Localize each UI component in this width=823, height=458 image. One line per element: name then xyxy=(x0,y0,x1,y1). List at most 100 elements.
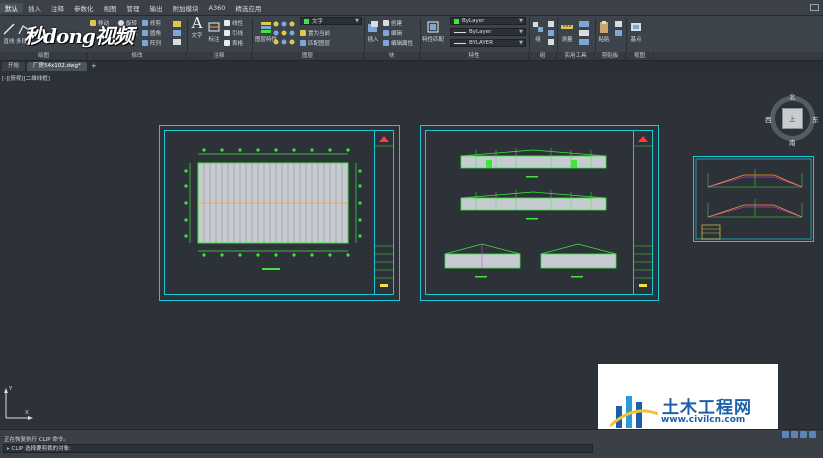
group-label-groups[interactable]: 组 xyxy=(529,52,557,61)
menu-view[interactable]: 视图 xyxy=(99,3,122,13)
trim-tool[interactable]: 修剪 xyxy=(142,19,161,27)
ribbon-separator xyxy=(595,18,596,51)
view-cube[interactable]: 上 北 南 东 西 xyxy=(765,91,820,147)
match-properties-icon xyxy=(427,21,439,33)
base-view-button[interactable]: 基点 xyxy=(629,20,643,43)
drawing-sheet-plan[interactable] xyxy=(159,125,400,301)
edit-block-icon xyxy=(383,29,389,36)
edit-block-tool[interactable]: 编辑 xyxy=(383,29,402,37)
ribbon-separator xyxy=(626,18,627,51)
menu-insert[interactable]: 插入 xyxy=(23,3,46,13)
window-toggle-icon[interactable] xyxy=(810,4,819,11)
line-icon xyxy=(3,23,15,35)
menu-output[interactable]: 输出 xyxy=(145,3,168,13)
elevation-drawings xyxy=(444,136,653,287)
tab-drawing[interactable]: 厂房54x102.dwg* xyxy=(27,62,87,71)
group-label-view[interactable]: 视图 xyxy=(626,52,654,61)
group-label-properties[interactable]: 特性 xyxy=(420,52,529,61)
table-icon xyxy=(224,39,230,46)
match-layer-icon xyxy=(300,39,306,46)
command-line-panel: 正在恢复执行 CLIP 命令。 ▸ CLIP 选择要剪裁的对象: xyxy=(0,429,823,458)
ribbon-separator xyxy=(420,18,421,51)
ribbon-separator xyxy=(529,18,530,51)
menu-annotate[interactable]: 注释 xyxy=(46,3,69,13)
line-button[interactable]: 直线 xyxy=(2,22,16,45)
group-label-modify[interactable]: 修改 xyxy=(88,52,187,61)
command-input[interactable]: ▸ CLIP 选择要剪裁的对象: xyxy=(3,444,593,453)
paste-button[interactable]: 粘贴 xyxy=(597,20,611,43)
ribbon-separator xyxy=(557,18,558,51)
array-icon xyxy=(142,39,148,46)
viewport-controls[interactable]: [-][俯视][二维线框] xyxy=(2,74,50,82)
compass-south[interactable]: 南 xyxy=(789,137,796,147)
color-dropdown[interactable]: ByLayer ▼ xyxy=(450,17,526,25)
paste-icon xyxy=(600,21,608,33)
layer-stack-icon xyxy=(261,22,271,33)
drawing-sheet-sections[interactable] xyxy=(693,156,814,242)
insert-block-button[interactable]: 插入 xyxy=(366,20,380,43)
ribbon-group-labels: 绘图 修改 注释 图层 块 特性 组 实用工具 剪贴板 视图 xyxy=(0,52,823,61)
new-tab-button[interactable]: + xyxy=(89,62,99,71)
compass-west[interactable]: 西 xyxy=(765,114,772,124)
annotation-scale-icon[interactable] xyxy=(791,431,798,438)
customize-icon[interactable] xyxy=(809,431,816,438)
leader-icon xyxy=(224,29,230,36)
dimension-icon xyxy=(208,22,220,32)
group-label-annotation[interactable]: 注释 xyxy=(187,52,252,61)
group-label-utilities[interactable]: 实用工具 xyxy=(557,52,595,61)
create-block-icon xyxy=(383,19,389,26)
fillet-tool[interactable]: 圆角 xyxy=(142,29,161,37)
measure-button[interactable]: 测量 xyxy=(560,20,574,43)
ribbon-separator xyxy=(187,18,188,51)
tab-start[interactable]: 开始 xyxy=(2,62,26,71)
clipboard-extra-icons xyxy=(615,21,622,36)
match-properties-button[interactable]: 特性匹配 xyxy=(422,20,444,43)
dimension-button[interactable]: 标注 xyxy=(207,20,221,43)
menu-home[interactable]: 默认 xyxy=(0,2,23,13)
group-label-block[interactable]: 块 xyxy=(364,52,420,61)
workspace-icon[interactable] xyxy=(782,431,789,438)
text-icon: A xyxy=(191,14,203,32)
measure-icon xyxy=(561,25,573,29)
group-label-draw[interactable]: 绘图 xyxy=(0,52,88,61)
layer-state-icons xyxy=(273,21,295,45)
leader-tool[interactable]: 引线 xyxy=(224,29,243,37)
menu-parametric[interactable]: 参数化 xyxy=(69,3,99,13)
create-block-tool[interactable]: 创建 xyxy=(383,19,402,27)
group-extra-icons xyxy=(548,21,554,45)
drawing-sheet-elevations[interactable] xyxy=(420,125,659,301)
edit-attributes-tool[interactable]: 编辑属性 xyxy=(383,39,413,47)
array-tool[interactable]: 阵列 xyxy=(142,39,161,47)
chevron-down-icon: ▼ xyxy=(519,40,523,46)
site-logo-icon xyxy=(610,396,658,428)
video-watermark-logo: 秒dong视频 xyxy=(24,24,134,48)
menu-featured-apps[interactable]: 精选应用 xyxy=(230,3,266,13)
text-button[interactable]: A 文字 xyxy=(190,14,204,40)
menu-manage[interactable]: 管理 xyxy=(122,3,145,13)
compass-east[interactable]: 东 xyxy=(812,114,819,124)
compass-north[interactable]: 北 xyxy=(789,91,796,101)
fullscreen-icon[interactable] xyxy=(800,431,807,438)
match-layer-tool[interactable]: 匹配图层 xyxy=(300,39,330,47)
edit-attributes-icon xyxy=(383,39,389,46)
menu-bar: 默认 插入 注释 参数化 视图 管理 输出 附加模块 A360 精选应用 xyxy=(0,0,823,16)
group-button[interactable]: 组 xyxy=(531,20,545,43)
menu-a360[interactable]: A360 xyxy=(204,4,231,12)
ribbon-separator xyxy=(252,18,253,51)
linetype-sample xyxy=(454,31,466,33)
lineweight-sample xyxy=(454,42,466,44)
utility-extra-icons xyxy=(579,21,589,45)
linetype-dropdown[interactable]: ByLayer ▼ xyxy=(450,28,526,36)
make-current-tool[interactable]: 置为当前 xyxy=(300,29,330,37)
lineweight-dropdown[interactable]: BYLAYER ▼ xyxy=(450,39,526,47)
group-label-layers[interactable]: 图层 xyxy=(252,52,364,61)
command-history: 正在恢复执行 CLIP 命令。 xyxy=(4,437,69,443)
table-tool[interactable]: 表格 xyxy=(224,39,243,47)
menu-addins[interactable]: 附加模块 xyxy=(168,3,204,13)
ribbon-separator xyxy=(364,18,365,51)
chevron-down-icon: ▼ xyxy=(519,29,523,35)
group-label-clipboard[interactable]: 剪贴板 xyxy=(595,52,626,61)
layer-dropdown[interactable]: 文字 ▼ xyxy=(300,17,362,25)
linear-tool[interactable]: 线性 xyxy=(224,19,243,27)
document-tab-bar: 开始 厂房54x102.dwg* + xyxy=(0,61,823,71)
